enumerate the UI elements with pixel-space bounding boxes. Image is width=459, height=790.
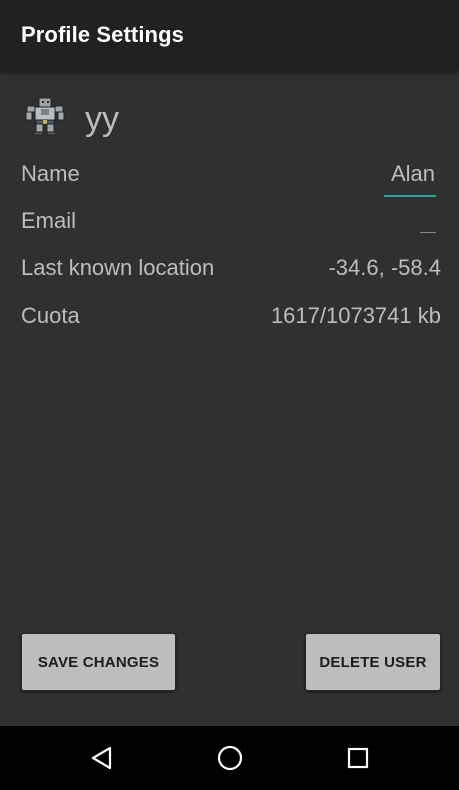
back-triangle-icon[interactable]	[86, 742, 118, 774]
quota-value: 1617/1073741 kb	[270, 303, 441, 328]
save-changes-button[interactable]: SAVE CHANGES	[21, 633, 176, 691]
location-row: Last known location -34.6, -58.4	[21, 255, 441, 291]
page-title: Profile Settings	[21, 22, 184, 47]
name-row: Name Alan	[21, 161, 441, 197]
quota-label: Cuota	[21, 303, 80, 328]
recents-square-icon[interactable]	[342, 742, 374, 774]
location-label: Last known location	[21, 255, 215, 280]
profile-content: yy Name Alan Email Last known location -…	[0, 70, 459, 726]
name-label: Name	[21, 161, 80, 186]
delete-user-button[interactable]: DELETE USER	[305, 633, 441, 691]
system-navigation-bar	[0, 726, 459, 790]
email-row: Email	[21, 208, 441, 244]
quota-row: Cuota 1617/1073741 kb	[21, 303, 441, 339]
email-field[interactable]	[420, 231, 436, 233]
app-screen: Profile Settings yy Name Alan Email Last…	[0, 0, 459, 790]
location-value: -34.6, -58.4	[328, 255, 441, 280]
name-field[interactable]: Alan	[384, 161, 436, 197]
home-circle-icon[interactable]	[214, 742, 246, 774]
character-avatar-icon	[25, 96, 65, 136]
app-toolbar: Profile Settings	[0, 0, 459, 70]
email-label: Email	[21, 208, 77, 233]
username: yy	[85, 100, 119, 138]
